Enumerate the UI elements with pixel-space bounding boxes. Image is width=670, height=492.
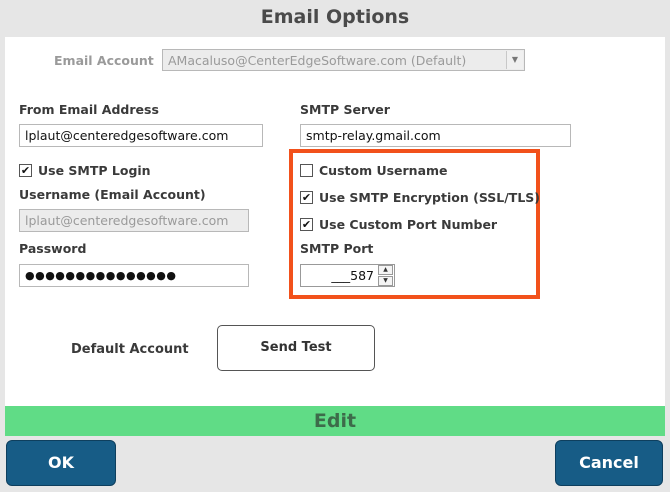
ok-button[interactable]: OK xyxy=(6,440,116,486)
email-account-value: AMacaluso@CenterEdgeSoftware.com (Defaul… xyxy=(168,53,467,68)
smtp-port-label: SMTP Port xyxy=(300,241,374,256)
from-email-input[interactable]: lplaut@centeredgesoftware.com xyxy=(19,124,263,147)
smtp-port-value[interactable]: ___587 xyxy=(301,265,377,286)
cancel-button[interactable]: Cancel xyxy=(555,440,663,486)
send-test-button[interactable]: Send Test xyxy=(217,325,375,371)
custom-port-label: Use Custom Port Number xyxy=(319,216,498,232)
edit-bar[interactable]: Edit xyxy=(5,406,665,436)
checkbox-empty-icon[interactable] xyxy=(300,163,313,177)
password-label: Password xyxy=(19,241,87,256)
custom-username-label: Custom Username xyxy=(319,162,448,178)
default-account-label: Default Account xyxy=(71,342,189,357)
custom-port-checkbox[interactable]: ✔ Use Custom Port Number xyxy=(300,216,497,232)
checkmark-icon[interactable]: ✔ xyxy=(19,163,32,177)
smtp-server-label: SMTP Server xyxy=(300,102,390,117)
custom-username-checkbox[interactable]: Custom Username xyxy=(300,162,448,178)
password-input[interactable]: ●●●●●●●●●●●●●●● xyxy=(19,264,249,287)
spin-up-icon[interactable]: ▲ xyxy=(378,265,393,275)
username-label: Username (Email Account) xyxy=(19,187,206,202)
from-email-label: From Email Address xyxy=(19,102,159,117)
smtp-encryption-checkbox[interactable]: ✔ Use SMTP Encryption (SSL/TLS) xyxy=(300,189,540,205)
dialog-title: Email Options xyxy=(260,6,410,28)
use-smtp-login-checkbox[interactable]: ✔ Use SMTP Login xyxy=(19,162,151,178)
smtp-port-stepper[interactable]: ___587 ▲ ▼ xyxy=(300,264,395,287)
username-input[interactable]: lplaut@centeredgesoftware.com xyxy=(19,209,249,232)
spin-down-icon[interactable]: ▼ xyxy=(378,276,393,286)
email-account-label: Email Account xyxy=(54,53,154,68)
checkmark-icon[interactable]: ✔ xyxy=(300,190,313,204)
smtp-encryption-label: Use SMTP Encryption (SSL/TLS) xyxy=(319,189,541,205)
use-smtp-login-label: Use SMTP Login xyxy=(38,162,151,178)
smtp-server-input[interactable]: smtp-relay.gmail.com xyxy=(300,124,571,147)
email-account-select[interactable]: AMacaluso@CenterEdgeSoftware.com (Defaul… xyxy=(162,49,525,71)
chevron-down-icon[interactable]: ▼ xyxy=(506,51,523,69)
checkmark-icon[interactable]: ✔ xyxy=(300,217,313,231)
